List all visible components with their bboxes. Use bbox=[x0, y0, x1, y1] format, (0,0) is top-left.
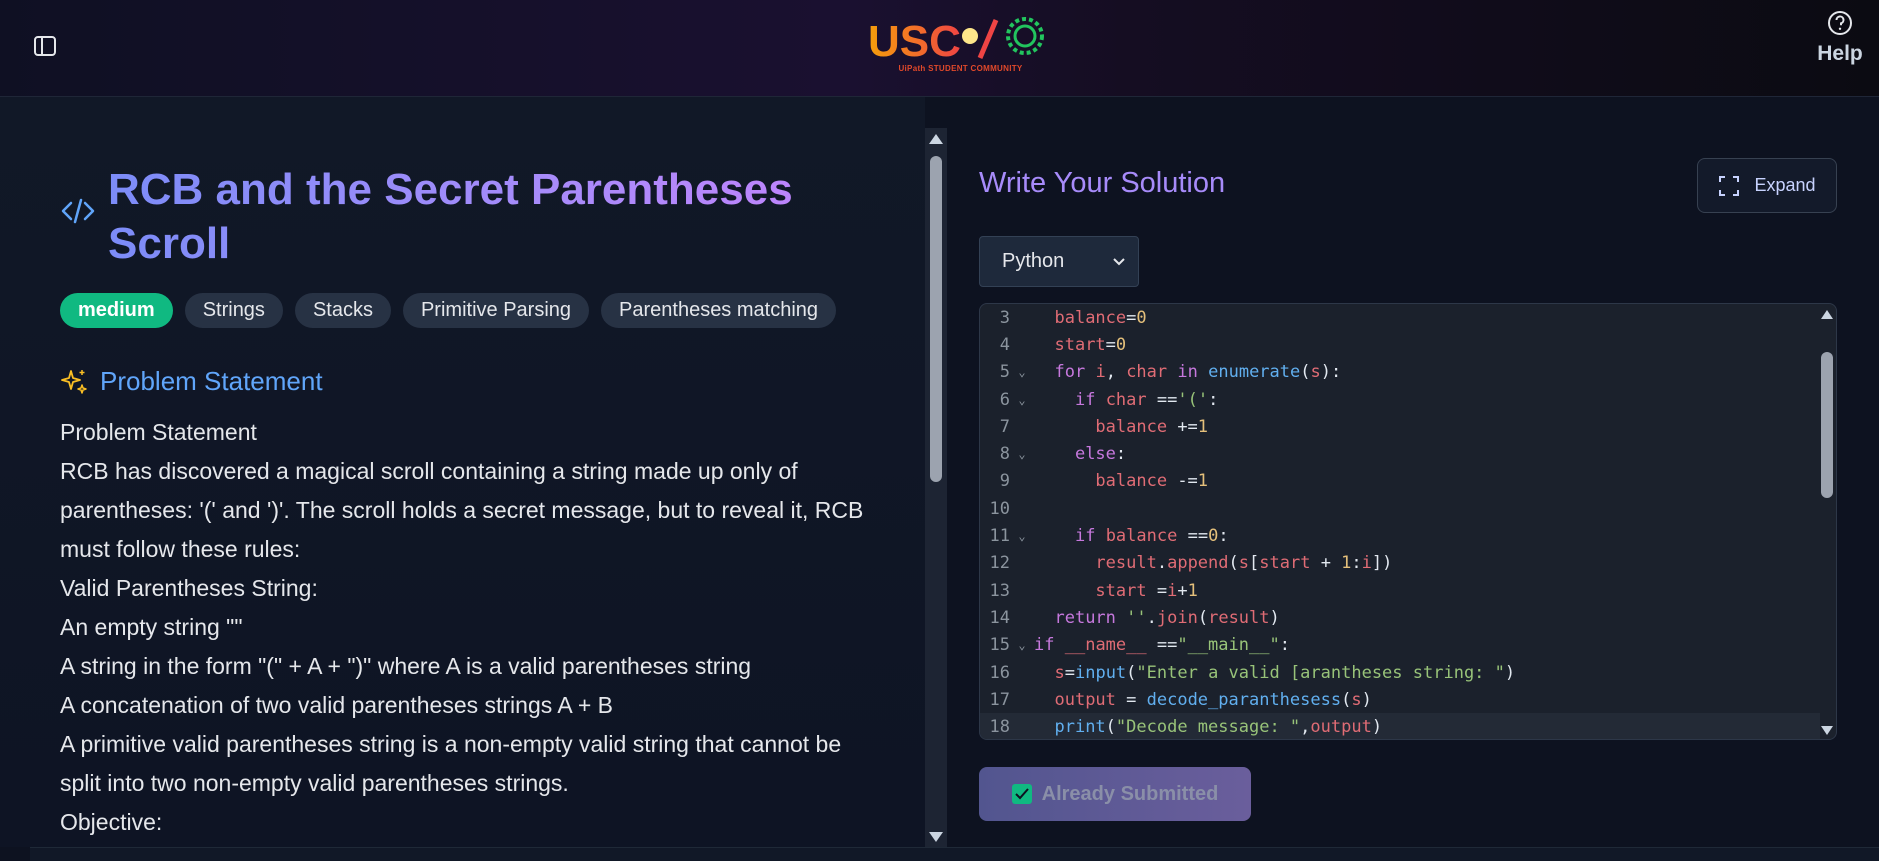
statement-line: Valid Parentheses String: bbox=[60, 575, 318, 601]
code-icon bbox=[61, 198, 95, 224]
scroll-up-arrow[interactable] bbox=[929, 134, 943, 144]
code-line[interactable]: 14 return ''.join(result) bbox=[980, 604, 1820, 631]
tag-list: medium Strings Stacks Primitive Parsing … bbox=[60, 293, 890, 328]
expand-label: Expand bbox=[1754, 175, 1816, 195]
help-icon bbox=[1828, 11, 1852, 35]
statement-line: An empty string "" bbox=[60, 614, 243, 640]
bottom-bar bbox=[30, 847, 1879, 861]
code-line[interactable]: 15 ⌄ if __name__ =="__main__": bbox=[980, 632, 1820, 659]
scroll-down-arrow[interactable] bbox=[929, 832, 943, 842]
statement-line: Problem Statement bbox=[60, 419, 257, 445]
code-line[interactable]: 12 result.append(s[start + 1:i]) bbox=[980, 550, 1820, 577]
statement-line: must follow these rules: bbox=[60, 536, 301, 562]
fold-icon[interactable]: ⌄ bbox=[1010, 393, 1034, 407]
usc-logo[interactable]: USC UiPath STUDENT COMMUNITY bbox=[868, 14, 1053, 78]
sparkle-icon bbox=[61, 369, 87, 394]
language-select[interactable]: Python bbox=[979, 236, 1139, 287]
sidebar-toggle-icon bbox=[34, 36, 56, 56]
expand-button[interactable]: Expand bbox=[1697, 158, 1837, 213]
editor-scrollbar[interactable] bbox=[1818, 304, 1836, 739]
editor-scroll-down-arrow[interactable] bbox=[1821, 726, 1833, 735]
code-line[interactable]: 5 ⌄ for i, char in enumerate(s): bbox=[980, 359, 1820, 386]
tag-parentheses-matching: Parentheses matching bbox=[601, 293, 837, 328]
fold-icon[interactable]: ⌄ bbox=[1010, 447, 1034, 461]
statement-line: A string in the form "(" + A + ")" where… bbox=[60, 653, 752, 679]
code-line[interactable]: 4 start=0 bbox=[980, 331, 1820, 358]
svg-text:USC: USC bbox=[868, 17, 961, 64]
sidebar-toggle-button[interactable] bbox=[30, 31, 60, 61]
help-label: Help bbox=[1817, 42, 1863, 65]
language-value: Python bbox=[1002, 250, 1065, 272]
code-line[interactable]: 7 balance +=1 bbox=[980, 413, 1820, 440]
solution-title: Write Your Solution bbox=[979, 167, 1226, 199]
statement-line: Objective: bbox=[60, 809, 163, 835]
submit-label: Already Submitted bbox=[1041, 782, 1219, 805]
tag-strings: Strings bbox=[184, 293, 283, 328]
problem-scrollbar[interactable] bbox=[925, 128, 947, 848]
fold-icon[interactable]: ⌄ bbox=[1010, 638, 1034, 652]
statement-line: parentheses: '(' and ')'. The scroll hol… bbox=[60, 497, 864, 523]
editor-scroll-up-arrow[interactable] bbox=[1821, 310, 1833, 319]
code-line[interactable]: 11 ⌄ if balance ==0: bbox=[980, 522, 1820, 549]
help-button[interactable]: Help bbox=[1812, 10, 1868, 80]
code-line[interactable]: 10 bbox=[980, 495, 1820, 522]
fold-icon[interactable]: ⌄ bbox=[1010, 365, 1034, 379]
statement-line: split into two non-empty valid parenthes… bbox=[60, 770, 569, 796]
solution-panel: Write Your Solution Expand Python 3 bala… bbox=[947, 97, 1879, 847]
statement-line: A primitive valid parentheses string is … bbox=[60, 731, 842, 757]
code-line[interactable]: 18 print("Decode message: ",output) bbox=[980, 713, 1820, 739]
code-line[interactable]: 3 balance=0 bbox=[980, 304, 1820, 331]
code-line[interactable]: 17 output = decode_paranthesess(s) bbox=[980, 686, 1820, 713]
code-line[interactable]: 8 ⌄ else: bbox=[980, 440, 1820, 467]
code-line[interactable]: 13 start =i+1 bbox=[980, 577, 1820, 604]
problem-panel: RCB and the Secret Parentheses Scroll me… bbox=[0, 97, 925, 847]
problem-title: RCB and the Secret Parentheses Scroll bbox=[108, 163, 828, 271]
scroll-thumb[interactable] bbox=[930, 156, 942, 482]
fold-icon[interactable]: ⌄ bbox=[1010, 529, 1034, 543]
difficulty-badge: medium bbox=[60, 293, 173, 328]
section-title: Problem Statement bbox=[100, 366, 323, 396]
tag-primitive-parsing: Primitive Parsing bbox=[402, 293, 590, 328]
already-submitted-button[interactable]: Already Submitted bbox=[979, 767, 1251, 821]
chevron-down-icon bbox=[1113, 257, 1125, 265]
statement-line: RCB has discovered a magical scroll cont… bbox=[60, 458, 798, 484]
problem-statement: Problem Statement RCB has discovered a m… bbox=[60, 413, 890, 842]
tag-stacks: Stacks bbox=[294, 293, 391, 328]
code-line[interactable]: 9 balance -=1 bbox=[980, 468, 1820, 495]
editor-scroll-thumb[interactable] bbox=[1821, 352, 1833, 498]
code-line[interactable]: 6 ⌄ if char =='(': bbox=[980, 386, 1820, 413]
code-editor[interactable]: 3 balance=0 4 start=0 5 ⌄ for i, char in … bbox=[979, 303, 1837, 740]
statement-line: A concatenation of two valid parentheses… bbox=[60, 692, 613, 718]
logo-subtitle: UiPath STUDENT COMMUNITY bbox=[898, 64, 1023, 73]
section-heading: Problem Statement bbox=[60, 366, 890, 397]
top-bar: USC UiPath STUDENT COMMUNITY Help bbox=[0, 0, 1879, 97]
checkbox-icon bbox=[1011, 784, 1032, 804]
expand-icon bbox=[1719, 175, 1740, 196]
code-line[interactable]: 16 s=input("Enter a valid [arantheses st… bbox=[980, 659, 1820, 686]
